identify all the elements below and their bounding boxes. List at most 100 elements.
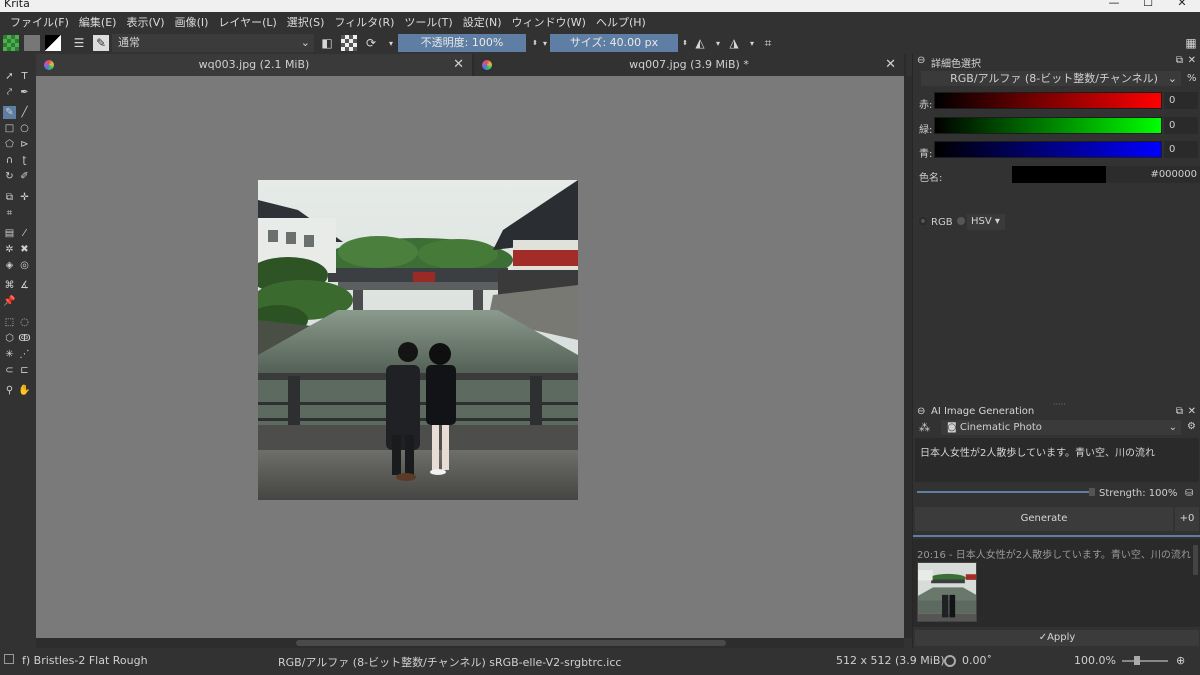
percent-toggle[interactable]: % <box>1187 73 1197 84</box>
polygon-tool-icon[interactable]: ⬠ <box>3 138 16 151</box>
menu-layer[interactable]: レイヤー(L) <box>213 14 281 30</box>
mirror-vertical-icon[interactable]: ◮ <box>726 35 742 51</box>
freehand-brush-tool-icon[interactable]: ✎ <box>3 106 16 119</box>
chevron-down-icon[interactable]: ▾ <box>383 35 399 51</box>
brush-preset-icon[interactable]: ✎ <box>93 35 109 51</box>
assistant-tool-icon[interactable]: ⌘ <box>3 279 16 292</box>
menu-select[interactable]: 選択(S) <box>282 14 330 30</box>
green-channel-slider[interactable] <box>934 117 1162 134</box>
hsv-select[interactable]: HSV ▾ <box>967 214 1005 230</box>
red-channel-slider[interactable] <box>934 92 1162 109</box>
brush-preset-icon[interactable] <box>4 654 14 664</box>
smart-patch-tool-icon[interactable]: ✖ <box>18 243 31 256</box>
reference-images-tool-icon[interactable]: 📌 <box>3 295 16 308</box>
elliptical-selection-tool-icon[interactable]: ◌ <box>18 316 31 329</box>
menu-file[interactable]: ファイル(F) <box>5 14 74 30</box>
menu-help[interactable]: ヘルプ(H) <box>591 14 651 30</box>
color-picker-tool-icon[interactable]: ⁄ <box>18 227 31 240</box>
fg-bg-color-icon[interactable] <box>45 35 61 51</box>
rectangular-selection-tool-icon[interactable]: ⬚ <box>3 316 16 329</box>
pan-tool-icon[interactable]: ✋ <box>18 384 31 397</box>
close-icon[interactable]: ✕ <box>1188 406 1196 417</box>
menu-image[interactable]: 画像(I) <box>170 14 214 30</box>
fill-tool-icon[interactable]: ◈ <box>3 259 16 272</box>
polygonal-selection-tool-icon[interactable]: ⬡ <box>3 332 16 345</box>
reload-preset-icon[interactable]: ⟳ <box>363 35 379 51</box>
close-button[interactable]: ✕ <box>1172 0 1192 9</box>
edit-shapes-tool-icon[interactable]: ⤤ <box>3 86 16 99</box>
strength-slider[interactable] <box>917 491 1089 493</box>
apply-button[interactable]: ✓Apply <box>915 630 1199 646</box>
wrap-around-icon[interactable]: ⌗ <box>760 35 776 51</box>
menu-tools[interactable]: ツール(T) <box>399 14 457 30</box>
crop-tool-icon[interactable]: ⌗ <box>3 207 16 220</box>
enclose-fill-tool-icon[interactable]: ◎ <box>18 259 31 272</box>
prompt-textarea[interactable]: 日本人女性が2人散歩しています。青い空、川の流れ <box>915 438 1199 482</box>
canvas-vertical-scrollbar[interactable] <box>904 76 912 638</box>
close-icon[interactable]: ✕ <box>885 54 896 76</box>
zoom-slider-handle[interactable] <box>1134 656 1140 665</box>
hex-input[interactable]: #000000 <box>1106 166 1200 183</box>
color-model-select[interactable]: RGB/アルファ (8-ビット整数/チャンネル) ⌄ <box>921 71 1181 86</box>
history-thumbnail[interactable] <box>917 562 977 622</box>
chevron-down-icon[interactable]: ▾ <box>710 35 726 51</box>
menu-edit[interactable]: 編集(E) <box>74 14 122 30</box>
chevron-down-icon[interactable]: ▾ <box>744 35 760 51</box>
similar-selection-tool-icon[interactable]: ⋰ <box>18 348 31 361</box>
line-tool-icon[interactable]: ╱ <box>18 106 31 119</box>
pattern-preset-icon[interactable] <box>24 35 40 51</box>
gradient-tool-icon[interactable]: ▤ <box>3 227 16 240</box>
rectangle-tool-icon[interactable]: □ <box>3 122 16 135</box>
strength-slider-handle[interactable] <box>1089 488 1095 496</box>
history-scrollbar[interactable] <box>1193 545 1198 575</box>
blue-channel-slider[interactable] <box>934 141 1162 158</box>
zoom-in-icon[interactable]: ⊕ <box>1176 654 1185 667</box>
transform-tool-icon[interactable]: ⧉ <box>3 191 16 204</box>
queue-count-button[interactable]: +0 <box>1175 507 1199 531</box>
red-value-input[interactable]: 0 <box>1164 92 1198 109</box>
opacity-slider[interactable]: 不透明度: 100% <box>398 34 526 52</box>
dock-icon[interactable]: ⊖ <box>917 406 925 417</box>
minimize-button[interactable]: — <box>1104 0 1124 9</box>
tab-wq007[interactable]: wq007.jpg (3.9 MiB) * ✕ <box>474 54 904 76</box>
generate-button[interactable]: Generate <box>915 507 1173 531</box>
magic-wand-icon[interactable]: ⁂ <box>919 421 930 434</box>
calligraphy-tool-icon[interactable]: ✒ <box>18 86 31 99</box>
dynamic-brush-tool-icon[interactable]: ↻ <box>3 170 16 183</box>
tab-wq003[interactable]: wq003.jpg (2.1 MiB) ✕ <box>36 54 472 76</box>
rotation-icon[interactable] <box>944 655 956 667</box>
close-icon[interactable]: ✕ <box>1188 55 1196 66</box>
menu-view[interactable]: 表示(V) <box>121 14 169 30</box>
freehand-selection-tool-icon[interactable]: ↂ <box>18 332 31 345</box>
workspace-icon[interactable]: ▦ <box>1183 35 1199 51</box>
colorize-mask-tool-icon[interactable]: ✲ <box>3 243 16 256</box>
green-value-input[interactable]: 0 <box>1164 117 1198 134</box>
ellipse-tool-icon[interactable]: ○ <box>18 122 31 135</box>
size-spin-icon[interactable]: ⬍ <box>677 35 693 51</box>
magnetic-selection-tool-icon[interactable]: ⊏ <box>18 364 31 377</box>
alpha-lock-icon[interactable] <box>341 35 357 51</box>
settings-icon[interactable]: ⚙ <box>1187 421 1196 432</box>
zoom-tool-icon[interactable]: ⚲ <box>3 384 16 397</box>
freehand-path-tool-icon[interactable]: ʈ <box>18 154 31 167</box>
contiguous-selection-tool-icon[interactable]: ✳ <box>3 348 16 361</box>
multibrush-tool-icon[interactable]: ✐ <box>18 170 31 183</box>
maximize-button[interactable]: ☐ <box>1138 0 1158 9</box>
rgb-radio[interactable] <box>919 217 927 225</box>
select-shapes-tool-icon[interactable]: ➚ <box>3 70 16 83</box>
gradient-preset-icon[interactable] <box>3 35 19 51</box>
move-tool-icon[interactable]: ✛ <box>18 191 31 204</box>
polyline-tool-icon[interactable]: ⊳ <box>18 138 31 151</box>
measure-tool-icon[interactable]: ∡ <box>18 279 31 292</box>
document-image[interactable] <box>258 180 578 500</box>
dock-icon[interactable]: ⊖ <box>917 55 925 66</box>
menu-filter[interactable]: フィルタ(R) <box>329 14 399 30</box>
brush-settings-icon[interactable]: ☰ <box>71 35 87 51</box>
close-icon[interactable]: ✕ <box>453 54 464 76</box>
scrollbar-thumb[interactable] <box>296 640 726 646</box>
rotation-value[interactable]: 0.00˚ <box>962 654 992 667</box>
bezier-tool-icon[interactable]: ∩ <box>3 154 16 167</box>
zoom-slider[interactable] <box>1122 660 1168 662</box>
eraser-icon[interactable]: ◧ <box>319 35 335 51</box>
style-select[interactable]: ◙ Cinematic Photo ⌄ <box>941 420 1181 435</box>
